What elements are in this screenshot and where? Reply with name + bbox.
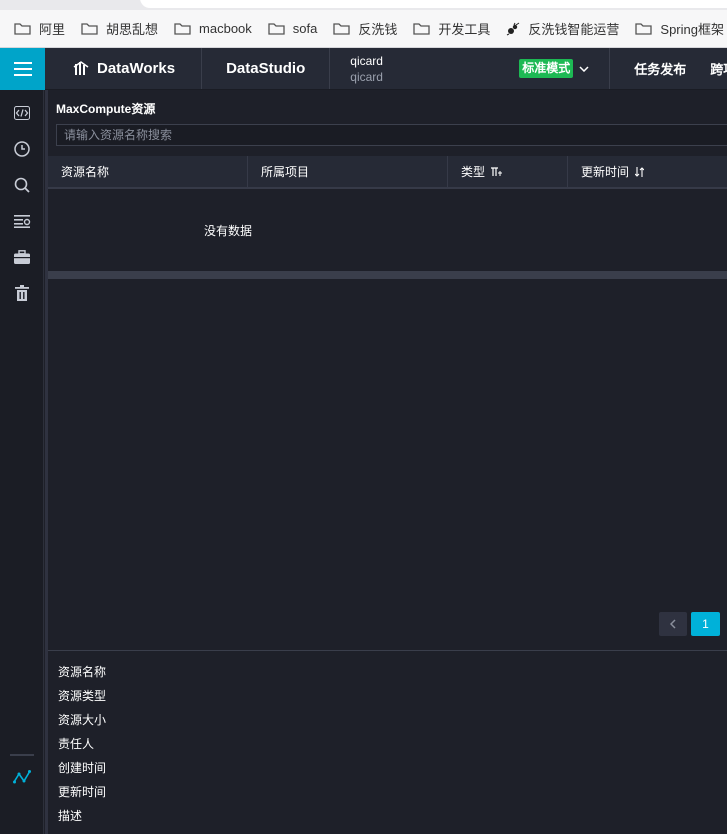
bookmark-item[interactable]: 反洗钱智能运营: [506, 19, 619, 38]
dataworks-logo-icon: [73, 60, 89, 75]
folder-icon: [635, 23, 653, 35]
bookmark-item[interactable]: sofa: [268, 21, 318, 36]
bookmark-item[interactable]: 阿里: [14, 19, 65, 38]
detail-label: 更新时间: [58, 785, 107, 799]
resource-search-input[interactable]: [56, 124, 727, 146]
nav-links: 任务发布 跨项目: [610, 48, 727, 89]
history-icon: [14, 141, 30, 157]
bookmark-item[interactable]: 开发工具: [413, 19, 490, 38]
bookmark-label: 胡思乱想: [106, 22, 159, 37]
folder-icon: [268, 23, 285, 35]
bookmark-label: 反洗钱: [358, 22, 398, 37]
menu-button[interactable]: [0, 48, 45, 90]
chevron-left-icon: [670, 619, 676, 629]
sidebar-item-history[interactable]: [0, 131, 44, 167]
hamburger-icon: [13, 62, 32, 76]
folder-icon: [413, 23, 431, 35]
sidebar-divider: [10, 754, 34, 756]
folder-icon: [174, 23, 191, 35]
left-sidebar: [0, 90, 44, 834]
bookmark-label: Spring框架: [660, 22, 724, 37]
sort-icon[interactable]: [635, 166, 645, 177]
page-button-current[interactable]: 1: [691, 612, 720, 636]
mode-badge: 标准模式: [519, 59, 574, 78]
brand-logo[interactable]: DataWorks: [45, 48, 203, 89]
bookmark-label: 开发工具: [438, 22, 491, 37]
brand-name: DataWorks: [97, 60, 176, 77]
nav-link-cross-project[interactable]: 跨项目: [710, 59, 727, 78]
detail-label: 创建时间: [58, 761, 107, 775]
lineage-icon: [13, 770, 31, 784]
folder-icon: [333, 23, 351, 35]
column-header-type[interactable]: 类型: [448, 156, 568, 187]
empty-state-text: 没有数据: [203, 223, 252, 238]
chevron-down-icon: [579, 65, 589, 72]
app-root: 阿里 胡思乱想 macbook sofa 反洗钱 开发工具 反洗钱智能运营 Sp…: [0, 0, 727, 834]
column-header-updated[interactable]: 更新时间: [568, 156, 727, 187]
table-header: 资源名称 所属项目 类型 更新时间: [48, 156, 727, 189]
detail-label: 责任人: [58, 737, 95, 751]
folder-icon: [14, 23, 31, 35]
column-label: 资源名称: [61, 165, 110, 179]
sidebar-item-lineage[interactable]: [0, 759, 44, 795]
studio-label: DataStudio: [226, 60, 306, 77]
address-bar[interactable]: [140, 0, 727, 8]
column-label: 所属项目: [261, 165, 310, 179]
column-label: 类型: [461, 165, 486, 179]
table-body: 没有数据: [48, 189, 727, 271]
bookmark-label: 反洗钱智能运营: [528, 22, 620, 37]
bookmark-item[interactable]: 胡思乱想: [81, 19, 158, 38]
mode-selector[interactable]: 标准模式: [519, 59, 589, 78]
detail-label: 资源大小: [58, 713, 107, 727]
column-label: 更新时间: [581, 165, 630, 179]
search-icon: [14, 177, 30, 193]
folder-icon: [81, 23, 98, 35]
bookmarks-bar: 阿里 胡思乱想 macbook sofa 反洗钱 开发工具 反洗钱智能运营 Sp…: [0, 10, 727, 48]
code-icon: [14, 106, 30, 120]
bookmark-label: 阿里: [39, 22, 66, 37]
studio-tab[interactable]: DataStudio: [202, 48, 331, 89]
sidebar-item-code[interactable]: [0, 95, 44, 131]
bookmark-label: macbook: [199, 21, 252, 36]
nav-link-publish[interactable]: 任务发布: [634, 59, 686, 78]
page-number: 1: [702, 617, 709, 631]
top-navigation: DataWorks DataStudio qicard qicard 标准模式 …: [0, 48, 727, 90]
sidebar-item-search[interactable]: [0, 167, 44, 203]
prev-page-button[interactable]: [659, 612, 687, 636]
pagination: 1: [659, 612, 720, 636]
column-header-name[interactable]: 资源名称: [48, 156, 248, 187]
column-header-project[interactable]: 所属项目: [248, 156, 448, 187]
sidebar-item-trash[interactable]: [0, 275, 44, 311]
resource-details: 资源名称 资源类型 资源大小 责任人 创建时间 更新时间 描述: [48, 650, 727, 834]
ant-icon: [507, 22, 520, 35]
sidebar-item-toolbox[interactable]: [0, 239, 44, 275]
bookmark-label: sofa: [292, 21, 318, 36]
detail-label: 描述: [58, 809, 83, 823]
section-title: MaxCompute资源: [56, 102, 156, 116]
filter-icon[interactable]: [491, 166, 503, 177]
bookmark-item[interactable]: Spring框架: [635, 19, 724, 38]
project-selector[interactable]: qicard qicard 标准模式: [330, 48, 611, 89]
trash-icon: [15, 285, 29, 301]
bookmark-item[interactable]: macbook: [174, 21, 252, 36]
horizontal-scrollbar[interactable]: [48, 271, 727, 279]
resource-panel: MaxCompute资源 资源名称 所属项目 类型 更新时间 没有数据: [45, 90, 727, 834]
detail-label: 资源名称: [58, 665, 107, 679]
browser-toolbar: [0, 0, 727, 10]
bookmark-item[interactable]: 反洗钱: [333, 19, 397, 38]
detail-label: 资源类型: [58, 689, 107, 703]
toolbox-icon: [14, 250, 30, 264]
